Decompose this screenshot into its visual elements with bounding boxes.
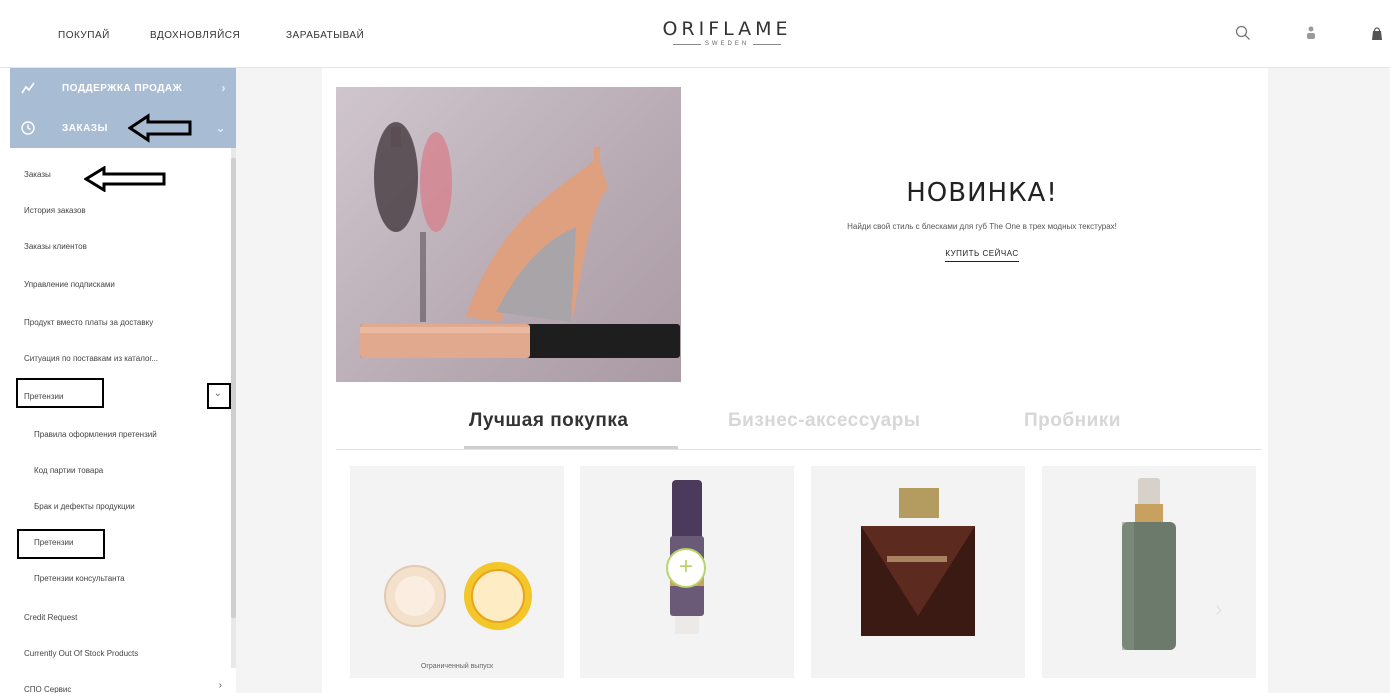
annotation-box-chevron [207, 383, 231, 409]
top-navigation-bar: ПОКУПАЙ ВДОХНОВЛЯЙСЯ ЗАРАБАТЫВАЙ ORIFLAM… [0, 0, 1390, 68]
sidebar-scrollbar[interactable] [231, 148, 236, 668]
sidebar-subitem-defects[interactable]: Брак и дефекты продукции [34, 502, 135, 511]
sidebar-item-orders[interactable]: Заказы [24, 170, 51, 179]
product-card[interactable] [811, 466, 1025, 678]
sidebar-item-credit-request[interactable]: Credit Request [24, 613, 77, 622]
sidebar-subitem-claim-rules[interactable]: Правила оформления претензий [34, 430, 157, 439]
nav-link-earn[interactable]: ЗАРАБАТЫВАЙ [286, 30, 364, 41]
active-tab-indicator [464, 446, 678, 449]
sidebar-item-subscriptions[interactable]: Управление подписками [24, 280, 115, 289]
chevron-right-icon: › [221, 81, 226, 95]
product-card[interactable] [1042, 466, 1256, 678]
user-icon[interactable] [1302, 24, 1320, 42]
annotation-arrow-icon [84, 166, 166, 192]
oriflame-logo[interactable]: ORIFLAME SWEDEN [662, 18, 792, 47]
tab-business-accessories[interactable]: Бизнес-аксессуары [728, 410, 921, 432]
add-to-cart-plus-icon[interactable]: + [666, 548, 706, 588]
chevron-right-icon[interactable]: › [219, 680, 222, 691]
hero-title: НОВИНКА! [906, 178, 1058, 208]
background-left-gutter [236, 68, 322, 693]
search-icon[interactable] [1234, 24, 1252, 42]
hero-buy-now-link[interactable]: КУПИТЬ СЕЙЧАС [945, 249, 1019, 262]
product-image [861, 488, 975, 636]
tab-best-buy[interactable]: Лучшая покупка [469, 410, 628, 432]
sidebar-item-spo-service[interactable]: СПО Сервис [24, 685, 71, 693]
bag-icon[interactable] [1368, 24, 1386, 42]
annotation-arrow-icon [128, 113, 192, 143]
hero-product-illustration [360, 122, 680, 358]
product-caption: Ограниченный выпуск [420, 663, 494, 670]
sidebar-item-product-instead-of-delivery[interactable]: Продукт вместо платы за доставку [24, 318, 153, 327]
sidebar-item-order-history[interactable]: История заказов [24, 206, 86, 215]
annotation-box-claims [16, 378, 104, 408]
hero-text-block: НОВИНКА! Найди свой стиль с блесками для… [702, 178, 1262, 262]
sidebar-section-label: ПОДДЕРЖКА ПРОДАЖ [62, 83, 183, 94]
chart-line-icon [21, 82, 35, 94]
sidebar-subitem-consultant-claims[interactable]: Претензии консультанта [34, 574, 125, 583]
tab-samples[interactable]: Пробники [1024, 410, 1121, 432]
hero-banner-image[interactable] [336, 87, 681, 382]
sidebar-item-catalog-supply[interactable]: Ситуация по поставкам из каталог... [24, 354, 158, 363]
sidebar-item-out-of-stock[interactable]: Currently Out Of Stock Products [24, 649, 138, 658]
scrollbar-thumb[interactable] [231, 158, 236, 618]
clock-icon [21, 121, 35, 135]
annotation-box-subclaims [17, 529, 105, 559]
sidebar-item-client-orders[interactable]: Заказы клиентов [24, 242, 87, 251]
logo-brand-text: ORIFLAME [662, 18, 792, 40]
hero-subtitle: Найди свой стиль с блесками для губ The … [847, 222, 1117, 231]
product-card[interactable]: + [580, 466, 794, 678]
main-content: НОВИНКА! Найди свой стиль с блесками для… [322, 68, 1268, 693]
sidebar-section-orders[interactable]: ЗАКАЗЫ ⌄ [10, 108, 236, 148]
sidebar-subitem-batch-code[interactable]: Код партии товара [34, 466, 103, 475]
nav-link-buy[interactable]: ПОКУПАЙ [58, 30, 110, 41]
nav-link-inspire[interactable]: ВДОХНОВЛЯЙСЯ [150, 30, 240, 41]
sidebar-section-label: ЗАКАЗЫ [62, 123, 108, 134]
carousel-next-arrow-icon[interactable]: › [1215, 596, 1222, 622]
product-card[interactable]: Ограниченный выпуск [350, 466, 564, 678]
product-tabs: Лучшая покупка Бизнес-аксессуары Пробник… [336, 382, 1262, 450]
logo-sub: SWEDEN [662, 41, 792, 47]
product-image [384, 562, 532, 630]
background-right-gutter [1268, 68, 1390, 693]
sidebar-section-sales-support[interactable]: ПОДДЕРЖКА ПРОДАЖ › [10, 68, 236, 108]
logo-sub-text: SWEDEN [704, 41, 750, 47]
product-image [1122, 478, 1176, 650]
chevron-down-icon: ⌄ [215, 121, 226, 135]
